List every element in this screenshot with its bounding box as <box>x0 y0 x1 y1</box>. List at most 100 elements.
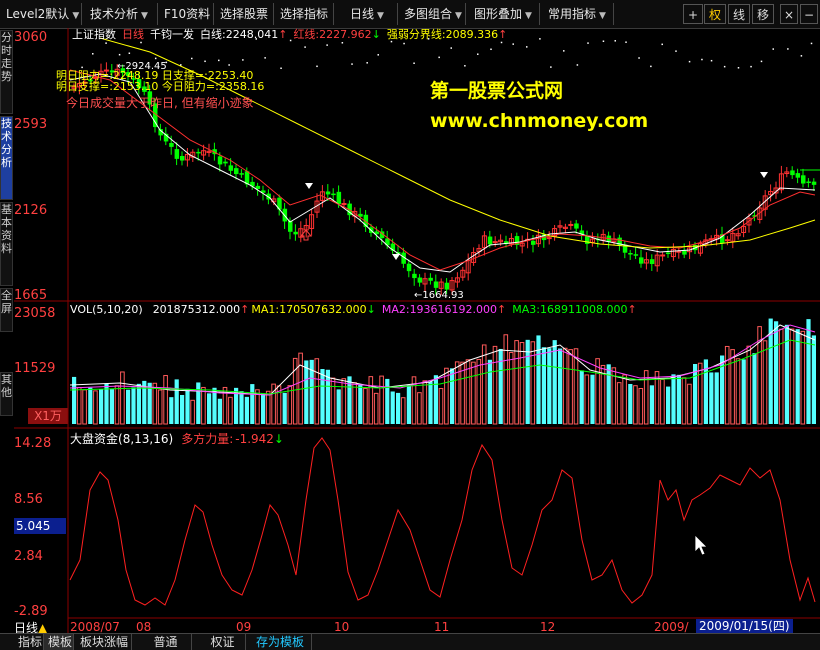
star-dot <box>204 60 206 63</box>
star-dot <box>341 42 344 44</box>
ma3-value: 168911008.000 <box>540 303 628 316</box>
star-dot <box>661 43 663 46</box>
star-dot <box>180 64 182 66</box>
volume-bar-up <box>163 375 168 425</box>
candle-body-up <box>546 237 552 240</box>
volume-bar-up <box>481 344 487 425</box>
star-dot <box>81 66 83 69</box>
tab-warrant[interactable]: 权证 <box>200 634 246 650</box>
volume-bar-up <box>314 358 320 425</box>
volume-bar-down <box>196 382 201 424</box>
bottom-tab-bar: 指标 模板 板块涨幅 普通 权证 存为模板 <box>0 633 820 650</box>
indicator-pane-name: 大盘资金 <box>70 432 119 446</box>
candle-body-down <box>628 253 633 255</box>
white-line-value: 2248.041 <box>225 28 279 41</box>
volume-bar-up <box>368 376 374 425</box>
volume-bar-up <box>330 377 336 425</box>
tab-save-template[interactable]: 存为模板 <box>252 634 312 650</box>
volume-bar-down <box>385 378 390 424</box>
watermark-url: www.chnmoney.com <box>430 110 649 132</box>
star-dot <box>366 62 368 64</box>
volume-bar-down <box>136 383 141 424</box>
tab-normal[interactable]: 普通 <box>140 634 192 650</box>
candle-body-up <box>676 250 682 253</box>
volume-bar-up <box>584 374 590 425</box>
volume-bar-down <box>795 329 800 424</box>
volume-bar-down <box>487 359 492 424</box>
red-arrow: ↓ <box>371 28 381 41</box>
volume-bar-up <box>789 328 795 425</box>
volume-value: 201875312.000 <box>152 303 241 316</box>
candle-body-down <box>487 236 493 245</box>
volume-bar-down <box>88 387 93 424</box>
candle-body-down <box>428 277 433 281</box>
volume-bar-down <box>406 385 411 424</box>
volume-bar-up <box>82 389 87 425</box>
volume-bar-down <box>741 359 746 424</box>
candle-body-down <box>666 252 671 255</box>
star-dot <box>191 57 193 60</box>
volume-bar-up <box>730 349 735 425</box>
x-label-11: 11 <box>434 620 450 634</box>
volume-bar-down <box>558 348 563 424</box>
red-line-label: 红线: <box>293 28 320 41</box>
index-name: 上证指数 <box>72 28 116 41</box>
ma3-label: MA3: <box>512 303 540 316</box>
candle-body-down <box>649 259 655 264</box>
volume-bar-down <box>671 374 676 424</box>
volume-bar-up <box>422 380 428 425</box>
volume-bar-up <box>800 330 806 425</box>
tab-template[interactable]: 模板 <box>44 634 74 650</box>
candle-body-down <box>331 193 336 196</box>
force-label: 多方力量: <box>181 432 234 446</box>
volume-bar-up <box>681 377 687 425</box>
volume-bar-up <box>514 340 519 425</box>
volume-bar-down <box>212 387 217 424</box>
star-dot <box>490 48 492 51</box>
volume-bar-down <box>714 372 719 424</box>
volume-bar-up <box>454 361 460 425</box>
tab-indicator[interactable]: 指标 <box>14 634 44 650</box>
star-dot <box>810 42 813 45</box>
volume-bar-up <box>341 378 347 425</box>
candle-body-up <box>660 254 666 257</box>
note-line-3: 今日成交量大于昨日, 但有缩小迹象 <box>66 96 254 110</box>
volume-bar-up <box>519 342 525 425</box>
candle-body-down <box>795 173 801 178</box>
volume-bar-down <box>774 321 779 424</box>
star-dot <box>550 66 552 68</box>
fund-flow-polyline <box>69 437 816 606</box>
star-dot <box>614 40 617 42</box>
volume-bar-up <box>265 390 271 425</box>
candle-body-down <box>239 173 244 175</box>
price-pane-header: 上证指数 日线 千钧一发 白线:2248.041↑ 红线:2227.962↓ 强弱分界线:… <box>72 26 513 42</box>
star-dot <box>787 48 789 50</box>
candle-body-down <box>412 273 417 279</box>
candle-body-down <box>417 277 423 283</box>
mouse-cursor-icon <box>694 534 708 556</box>
indicator-pane-params: (8,13,16) <box>118 432 174 446</box>
x-label-12: 12 <box>540 620 556 634</box>
ma2-label: MA2: <box>381 303 410 316</box>
volume-bar-up <box>724 345 730 425</box>
volume-pane-header: VOL(5,10,20) 201875312.000↑ MA1:170507632.… <box>70 303 643 316</box>
ma1-value: 170507632.000 <box>279 303 367 316</box>
strong-weak-label: 强弱分界线: <box>386 28 446 41</box>
star-dot <box>118 53 121 56</box>
volume-bar-up <box>228 396 233 425</box>
volume-bar-down <box>131 387 136 424</box>
volume-bar-down <box>174 379 179 424</box>
volume-bar-down <box>207 393 212 424</box>
tab-sector-rise[interactable]: 板块涨幅 <box>76 634 132 650</box>
ma3-arrow: ↑ <box>627 303 637 316</box>
star-dot <box>525 46 528 48</box>
star-dot <box>377 54 379 56</box>
volume-indicator-name: VOL(5,10,20) <box>70 303 143 316</box>
candle-body-up <box>724 239 730 242</box>
volume-bar-up <box>660 378 665 425</box>
star-dot <box>154 57 157 60</box>
ma2-value: 193616192.000 <box>409 303 498 316</box>
volume-bar-down <box>250 384 255 424</box>
star-dot <box>772 48 774 50</box>
x-label-08: 08 <box>136 620 152 634</box>
